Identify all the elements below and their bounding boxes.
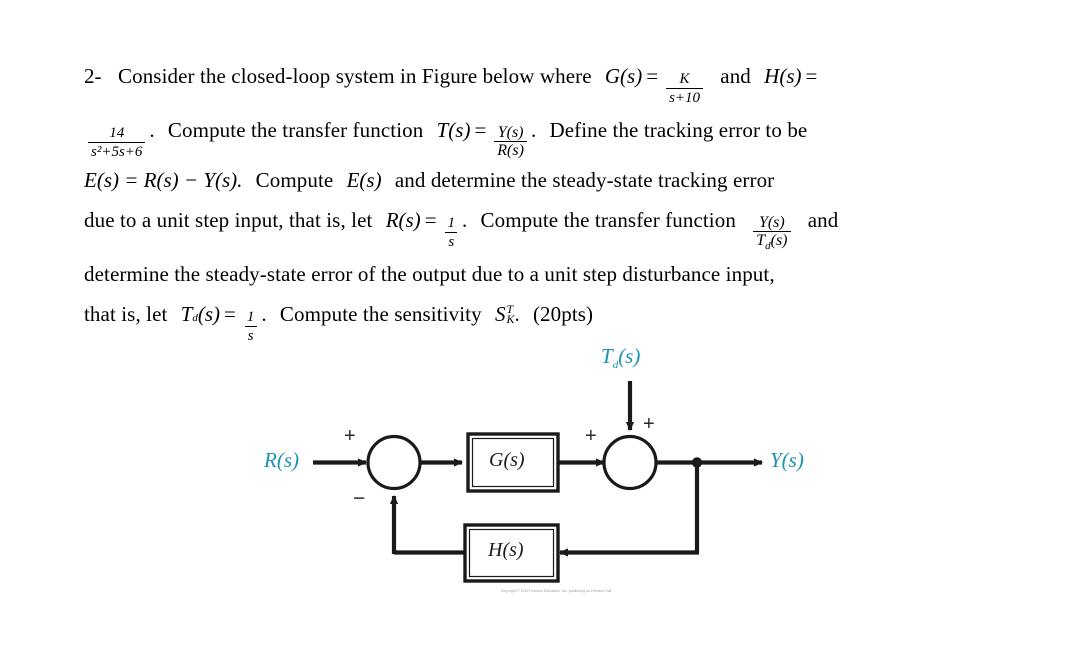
points-value: (20pts) <box>532 302 594 327</box>
sensitivity-subscript: K <box>506 312 515 327</box>
feedback-block-h <box>463 523 560 583</box>
line1-text-b: and <box>720 64 751 88</box>
h-numerator: 14 <box>109 125 125 141</box>
td-of-s-base: T <box>180 302 193 327</box>
g-denominator: s+10 <box>666 88 704 106</box>
g-numerator: K <box>679 71 690 87</box>
disturbance-label-subscript: d <box>612 359 619 372</box>
disturbance-label-tail: (s) <box>618 344 641 368</box>
feedback-block-h-inner <box>468 528 555 578</box>
y-over-td-numerator: Y(s) <box>758 214 785 231</box>
summing-junction-disturbance <box>602 434 658 491</box>
h-fraction: 14 s²+5s+6 <box>88 125 146 160</box>
e-of-s: E(s) <box>346 168 382 192</box>
g-of-s-lhs: G(s) <box>604 64 643 88</box>
sign-forward-plus: + <box>585 425 597 447</box>
sensitivity-symbol: S T K <box>495 294 515 334</box>
equals-1: = <box>646 64 659 88</box>
line1-text-a: Consider the closed-loop system in Figur… <box>118 64 592 88</box>
t-of-s-lhs: T(s) <box>436 118 471 142</box>
line5-text-a: determine the steady-state error of the … <box>84 262 775 287</box>
forward-block-g-inner <box>471 437 555 488</box>
td-unit-step-denominator: s <box>244 326 257 344</box>
summing-junction-input <box>366 434 422 491</box>
problem-number: 2- <box>84 64 102 88</box>
feedback-block-label: H(s) <box>488 539 524 561</box>
output-label-y: Y(s) <box>770 448 804 472</box>
line3-text-b: and determine the steady-state tracking … <box>394 168 775 192</box>
problem-line-6: that is, let Td (s) = 1 s . Compute the s… <box>84 294 1014 344</box>
line4-text-c: and <box>807 208 839 232</box>
line4-text-b: Compute the transfer function <box>480 208 736 232</box>
problem-line-2: 14 s²+5s+6 . Compute the transfer functi… <box>84 110 1014 160</box>
equals-3: = <box>474 118 487 142</box>
disturbance-label-base: T <box>601 344 613 368</box>
td-unit-step-numerator: 1 <box>246 309 255 326</box>
td-tail: (s) <box>770 232 788 249</box>
feedback-takeoff-node <box>691 457 703 468</box>
problem-statement: 2- Consider the closed-loop system in Fi… <box>84 56 1014 344</box>
forward-block-g-inner-gap <box>470 436 556 489</box>
sensitivity-base: S <box>494 302 506 327</box>
line4-text-a: due to a unit step input, that is, let <box>84 208 373 232</box>
h-denominator: s²+5s+6 <box>88 142 146 160</box>
equals-2: = <box>805 64 818 88</box>
forward-block-g <box>466 432 560 493</box>
error-definition: E(s) = R(s) − Y(s). <box>84 168 243 192</box>
problem-line-4: due to a unit step input, that is, let R… <box>84 200 1014 254</box>
g-fraction: K s+10 <box>666 71 704 106</box>
problem-line-5: determine the steady-state error of the … <box>84 254 1014 294</box>
t-fraction: Y(s) R(s) <box>494 125 527 159</box>
forward-block-label: G(s) <box>489 449 525 471</box>
line2-text-b: Define the tracking error to be <box>549 118 808 142</box>
equals-5: = <box>224 302 236 327</box>
sign-disturbance-plus: + <box>643 413 655 435</box>
copyright-notice: Copyright © 2011 Pearson Education, Inc.… <box>500 589 612 593</box>
equals-4: = <box>424 208 437 232</box>
r-of-s: R(s) <box>385 208 421 232</box>
line6-text-a: that is, let <box>84 302 168 327</box>
problem-line-3: E(s) = R(s) − Y(s). Compute E(s) and det… <box>84 160 1014 200</box>
td-unit-step-fraction: 1 s <box>244 310 258 344</box>
disturbance-label-td: Td(s) <box>601 344 640 371</box>
sign-feedback-minus: − <box>353 487 366 510</box>
y-over-td-denominator: Td(s) <box>753 231 791 254</box>
line6-text-b: Compute the sensitivity <box>279 302 482 327</box>
line2-text-a: Compute the transfer function <box>167 118 424 142</box>
t-denominator: R(s) <box>494 141 527 159</box>
problem-line-1: 2- Consider the closed-loop system in Fi… <box>84 56 1014 106</box>
y-over-td-fraction: Y(s) Td(s) <box>753 214 791 254</box>
feedback-block-h-inner-gap <box>467 527 556 579</box>
td-base: T <box>756 232 766 249</box>
h-of-s-lhs: H(s) <box>764 64 802 88</box>
unit-step-denominator: s <box>445 232 458 250</box>
td-of-s-tail: (s) <box>197 302 221 327</box>
sensitivity-indices: T K <box>506 303 515 327</box>
input-label-r: R(s) <box>264 448 299 472</box>
t-numerator: Y(s) <box>497 124 524 141</box>
unit-step-numerator: 1 <box>447 215 456 231</box>
unit-step-fraction: 1 s <box>445 216 459 250</box>
sign-input-plus: + <box>344 425 356 447</box>
line3-text-a: Compute <box>255 168 334 192</box>
